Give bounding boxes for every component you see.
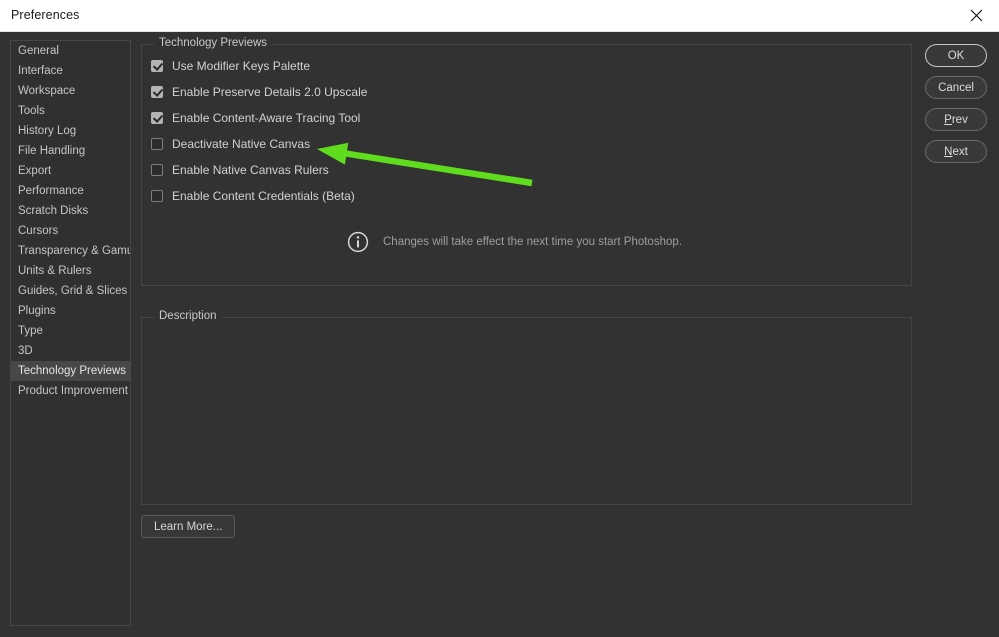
checkbox-row-deactivate-native-canvas[interactable]: Deactivate Native Canvas [151,134,310,154]
sidebar-item-label: Tools [18,105,45,117]
technology-previews-group: Technology Previews Use Modifier Keys Pa… [141,44,912,286]
sidebar-item-3d[interactable]: 3D [11,341,130,361]
sidebar-item-label: Interface [18,65,63,77]
checkbox-label: Enable Preserve Details 2.0 Upscale [172,85,367,99]
checkbox-enable-content-aware-tracing-tool[interactable] [151,112,163,124]
description-legend: Description [154,310,222,322]
sidebar-item-scratch-disks[interactable]: Scratch Disks [11,201,130,221]
sidebar-item-label: Product Improvement [18,385,128,397]
next-button-label: ext [952,146,967,158]
sidebar-item-label: Technology Previews [18,365,126,377]
sidebar-item-type[interactable]: Type [11,321,130,341]
sidebar-item-general[interactable]: General [11,41,130,61]
restart-note: Changes will take effect the next time y… [347,231,682,253]
close-button[interactable] [953,0,999,31]
sidebar-item-performance[interactable]: Performance [11,181,130,201]
sidebar-item-label: Export [18,165,51,177]
title-bar: Preferences [0,0,999,32]
next-button[interactable]: Next [925,140,987,163]
sidebar-item-workspace[interactable]: Workspace [11,81,130,101]
ok-button-label: OK [948,50,965,62]
checkbox-label: Deactivate Native Canvas [172,137,310,151]
sidebar-item-label: Transparency & Gamut [18,245,131,257]
sidebar-item-technology-previews[interactable]: Technology Previews [11,361,130,381]
sidebar-item-label: 3D [18,345,33,357]
dialog-button-column: OK Cancel Prev Next [925,44,987,172]
sidebar-item-cursors[interactable]: Cursors [11,221,130,241]
prev-button-mnemonic: P [944,114,952,126]
ok-button[interactable]: OK [925,44,987,67]
sidebar-item-history-log[interactable]: History Log [11,121,130,141]
sidebar-item-guides-grid-slices[interactable]: Guides, Grid & Slices [11,281,130,301]
sidebar-item-label: Cursors [18,225,58,237]
sidebar-item-label: History Log [18,125,76,137]
checkbox-row-enable-content-credentials-beta[interactable]: Enable Content Credentials (Beta) [151,186,355,206]
sidebar-item-plugins[interactable]: Plugins [11,301,130,321]
checkbox-enable-content-credentials-beta[interactable] [151,190,163,202]
next-button-mnemonic: N [944,146,952,158]
description-text [152,328,901,494]
description-group: Description [141,317,912,505]
sidebar-item-export[interactable]: Export [11,161,130,181]
checkbox-row-enable-preserve-details-upscale[interactable]: Enable Preserve Details 2.0 Upscale [151,82,367,102]
sidebar-item-label: Guides, Grid & Slices [18,285,127,297]
checkbox-enable-preserve-details-upscale[interactable] [151,86,163,98]
info-icon [347,231,369,253]
sidebar-item-label: Type [18,325,43,337]
preferences-category-list[interactable]: General Interface Workspace Tools Histor… [10,40,131,626]
sidebar-item-file-handling[interactable]: File Handling [11,141,130,161]
checkbox-enable-native-canvas-rulers[interactable] [151,164,163,176]
sidebar-item-units-rulers[interactable]: Units & Rulers [11,261,130,281]
prev-button-label: rev [952,114,968,126]
close-icon [970,9,983,22]
sidebar-item-interface[interactable]: Interface [11,61,130,81]
cancel-button[interactable]: Cancel [925,76,987,99]
learn-more-button[interactable]: Learn More... [141,515,235,538]
checkbox-use-modifier-keys-palette[interactable] [151,60,163,72]
sidebar-item-transparency-gamut[interactable]: Transparency & Gamut [11,241,130,261]
technology-previews-legend: Technology Previews [154,37,272,49]
preferences-window: Preferences General Interface Workspace … [0,0,999,637]
checkbox-row-enable-native-canvas-rulers[interactable]: Enable Native Canvas Rulers [151,160,329,180]
checkbox-label: Enable Content-Aware Tracing Tool [172,111,360,125]
sidebar-item-label: Performance [18,185,84,197]
checkbox-label: Enable Native Canvas Rulers [172,163,329,177]
sidebar-item-label: File Handling [18,145,85,157]
checkbox-label: Enable Content Credentials (Beta) [172,189,355,203]
checkbox-label: Use Modifier Keys Palette [172,59,310,73]
sidebar-item-label: Workspace [18,85,75,97]
checkbox-deactivate-native-canvas[interactable] [151,138,163,150]
dialog-body: General Interface Workspace Tools Histor… [0,32,999,637]
sidebar-item-label: Plugins [18,305,56,317]
restart-note-text: Changes will take effect the next time y… [383,236,682,248]
sidebar-item-label: Scratch Disks [18,205,88,217]
checkbox-row-enable-content-aware-tracing-tool[interactable]: Enable Content-Aware Tracing Tool [151,108,360,128]
window-title: Preferences [11,8,80,22]
checkbox-row-use-modifier-keys-palette[interactable]: Use Modifier Keys Palette [151,56,310,76]
sidebar-item-product-improvement[interactable]: Product Improvement [11,381,130,401]
sidebar-item-label: General [18,45,59,57]
learn-more-label: Learn More... [154,521,222,533]
prev-button[interactable]: Prev [925,108,987,131]
cancel-button-label: Cancel [938,82,974,94]
sidebar-item-tools[interactable]: Tools [11,101,130,121]
sidebar-item-label: Units & Rulers [18,265,92,277]
